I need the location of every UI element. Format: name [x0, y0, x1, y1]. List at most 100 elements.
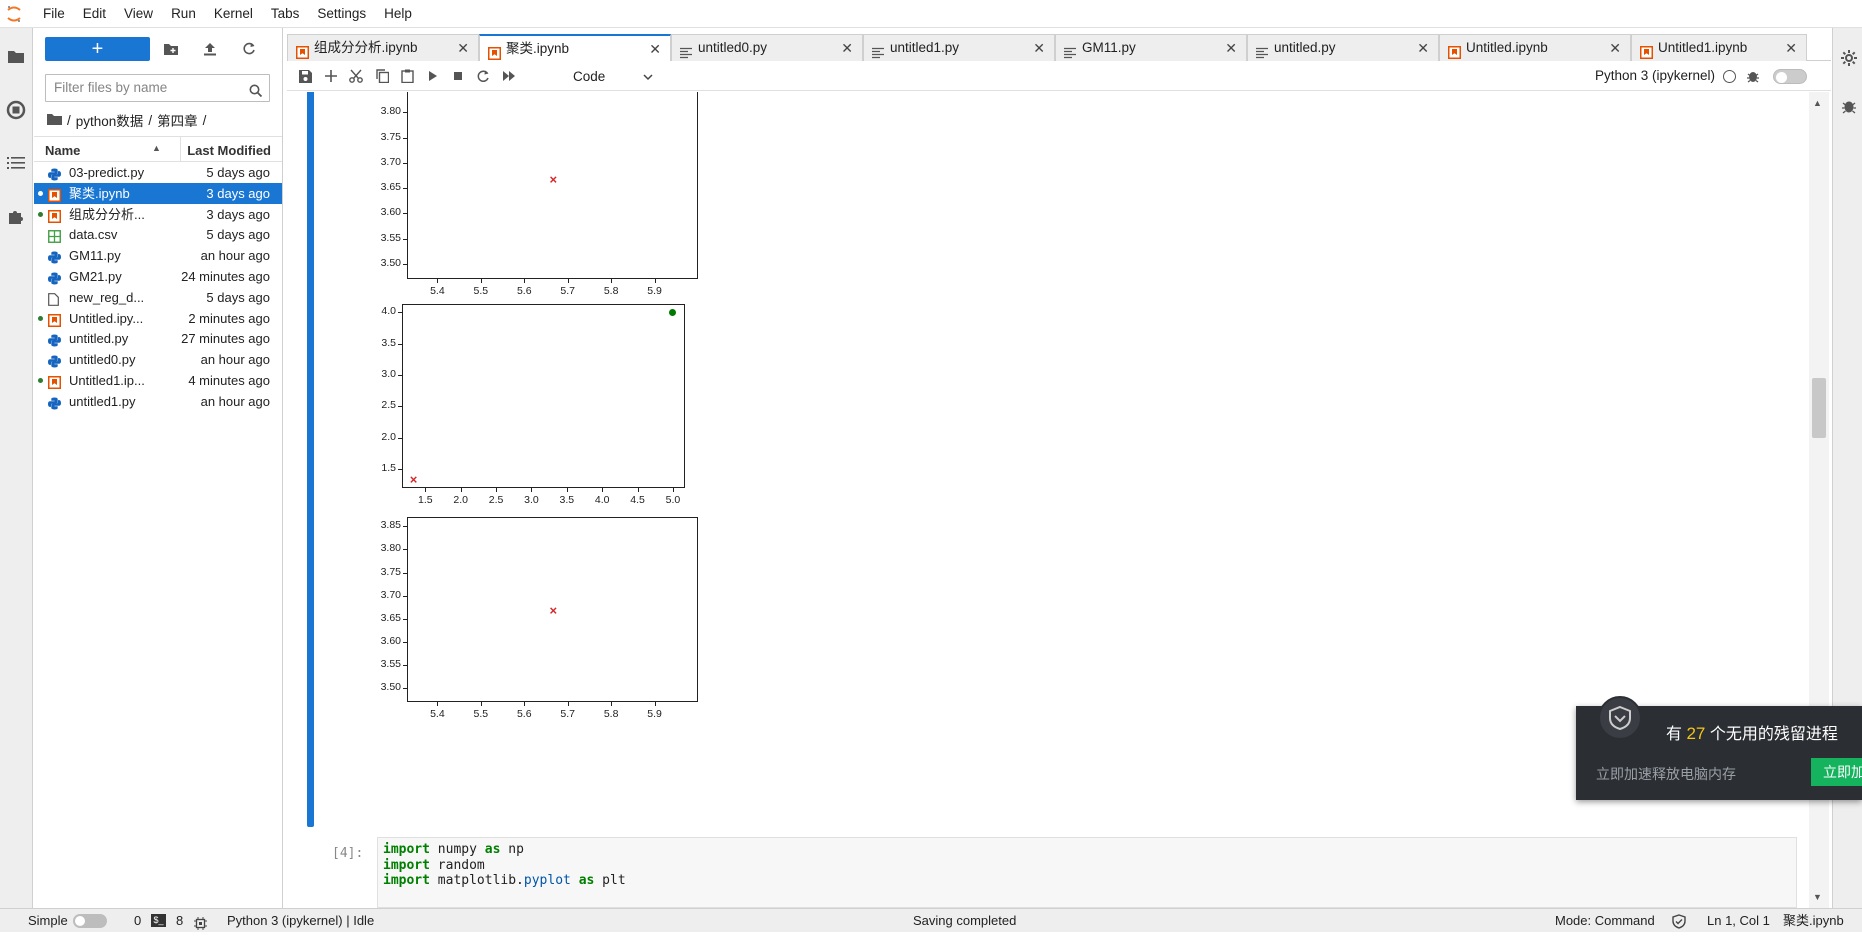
kernel-name-button[interactable]: Python 3 (ipykernel)	[1595, 68, 1715, 83]
column-name[interactable]: Name	[45, 143, 80, 158]
menu-edit[interactable]: Edit	[74, 0, 115, 28]
speed-up-button[interactable]: 立即加	[1811, 758, 1862, 786]
tab-5[interactable]: untitled.py ✕	[1247, 34, 1439, 61]
terminal-count[interactable]: 0	[134, 909, 141, 932]
x-tick-label: 5.6	[516, 285, 532, 297]
scroll-thumb[interactable]	[1812, 378, 1826, 438]
menu-view[interactable]: View	[115, 0, 162, 28]
table-of-contents-icon[interactable]	[4, 151, 28, 175]
breadcrumb-sep: /	[202, 112, 207, 128]
file-row[interactable]: 组成分分析... 3 days ago	[34, 204, 282, 225]
tab-7[interactable]: Untitled1.ipynb ✕	[1631, 34, 1807, 61]
y-tick-mark	[398, 343, 402, 345]
notebook-icon	[48, 312, 61, 327]
notebook-icon	[488, 43, 501, 60]
shield-check-icon[interactable]	[1672, 913, 1686, 936]
close-icon[interactable]: ✕	[841, 35, 853, 61]
cell-type-select[interactable]: Code	[573, 67, 653, 87]
tab-2[interactable]: untitled0.py ✕	[671, 34, 863, 61]
new-launcher-button[interactable]: +	[45, 37, 150, 61]
copy-icon[interactable]	[374, 68, 390, 84]
kernel-status-text[interactable]: Python 3 (ipykernel) | Idle	[227, 909, 374, 932]
file-row[interactable]: new_reg_d... 5 days ago	[34, 287, 282, 308]
cut-icon[interactable]	[348, 68, 364, 84]
file-row[interactable]: untitled1.py an hour ago	[34, 391, 282, 412]
folder-icon[interactable]	[4, 44, 28, 68]
file-row[interactable]: untitled0.py an hour ago	[34, 349, 282, 370]
file-modified: an hour ago	[200, 393, 270, 409]
file-row[interactable]: GM21.py 24 minutes ago	[34, 266, 282, 287]
menu-tabs[interactable]: Tabs	[262, 0, 309, 28]
y-tick-label: 3.75	[380, 565, 401, 578]
close-icon[interactable]: ✕	[1033, 35, 1045, 61]
x-tick-label: 5.8	[603, 708, 619, 720]
breadcrumb-item[interactable]: 第四章	[157, 110, 198, 130]
data-point-x-marker: ×	[549, 603, 558, 619]
scroll-down-icon[interactable]: ▼	[1813, 892, 1822, 902]
file-row[interactable]: Untitled.ipy... 2 minutes ago	[34, 308, 282, 329]
file-row[interactable]: data.csv 5 days ago	[34, 224, 282, 245]
debugger-toggle[interactable]	[1773, 69, 1807, 84]
close-icon[interactable]: ✕	[1609, 35, 1621, 61]
file-row[interactable]: 03-predict.py 5 days ago	[34, 162, 282, 183]
close-icon[interactable]: ✕	[649, 36, 661, 62]
new-folder-icon[interactable]	[162, 40, 180, 58]
extensions-icon[interactable]	[4, 204, 28, 228]
tab-6[interactable]: Untitled.ipynb ✕	[1439, 34, 1631, 61]
x-tick-mark	[672, 488, 674, 492]
tab-3[interactable]: untitled1.py ✕	[863, 34, 1055, 61]
simple-mode-toggle[interactable]	[73, 914, 107, 928]
tab-4[interactable]: GM11.py ✕	[1055, 34, 1247, 61]
property-inspector-icon[interactable]	[1837, 46, 1861, 70]
code-editor[interactable]: import numpy as np import random import ma…	[377, 837, 1797, 908]
filter-files-input[interactable]: Filter files by name	[45, 74, 270, 102]
refresh-icon[interactable]	[240, 40, 258, 58]
menu-run[interactable]: Run	[162, 0, 205, 28]
file-row[interactable]: GM11.py an hour ago	[34, 245, 282, 266]
restart-kernel-icon[interactable]	[475, 68, 491, 84]
paste-icon[interactable]	[399, 68, 415, 84]
text-file-icon	[872, 42, 884, 59]
active-cell-indicator[interactable]	[307, 92, 314, 827]
save-icon[interactable]	[297, 68, 313, 84]
run-cell-icon[interactable]	[425, 68, 441, 84]
debugger-bug-icon[interactable]	[1837, 94, 1861, 118]
data-point-x-marker: ×	[409, 471, 418, 487]
file-row[interactable]: Untitled1.ip... 4 minutes ago	[34, 370, 282, 391]
upload-icon[interactable]	[201, 40, 219, 58]
column-divider[interactable]	[180, 137, 181, 162]
breadcrumb-item[interactable]: python数据	[76, 110, 144, 130]
close-icon[interactable]: ✕	[457, 35, 469, 61]
y-tick-label: 3.65	[380, 181, 401, 194]
file-icon	[48, 291, 61, 306]
code-text: numpy	[429, 842, 485, 857]
menu-settings[interactable]: Settings	[308, 0, 375, 28]
tab-label: 组成分分析.ipynb	[314, 40, 418, 55]
y-tick-mark	[403, 595, 407, 597]
tab-0[interactable]: 组成分分析.ipynb ✕	[287, 34, 479, 61]
add-cell-icon[interactable]	[323, 68, 339, 84]
file-modified: 2 minutes ago	[188, 310, 270, 326]
stop-kernel-icon[interactable]	[450, 68, 466, 84]
y-tick-mark	[398, 406, 402, 408]
close-icon[interactable]: ✕	[1225, 35, 1237, 61]
menu-help[interactable]: Help	[375, 0, 421, 28]
kernel-count[interactable]: 8	[176, 909, 183, 932]
bug-icon[interactable]	[1747, 69, 1759, 86]
column-last-modified[interactable]: Last Modified	[187, 143, 271, 158]
menu-kernel[interactable]: Kernel	[205, 0, 262, 28]
file-row[interactable]: 聚类.ipynb 3 days ago	[34, 182, 282, 204]
y-tick-mark	[403, 549, 407, 551]
file-row[interactable]: untitled.py 27 minutes ago	[34, 328, 282, 349]
close-icon[interactable]: ✕	[1785, 35, 1797, 61]
cursor-position[interactable]: Ln 1, Col 1	[1707, 909, 1770, 932]
tab-1[interactable]: 聚类.ipynb ✕	[479, 34, 671, 62]
scroll-up-icon[interactable]: ▲	[1813, 98, 1822, 108]
restart-run-all-icon[interactable]	[501, 68, 517, 84]
folder-icon[interactable]	[47, 113, 62, 128]
file-name: Untitled.ipy...	[69, 310, 144, 326]
close-icon[interactable]: ✕	[1417, 35, 1429, 61]
tab-label: untitled1.py	[890, 40, 960, 55]
menu-file[interactable]: File	[34, 0, 74, 28]
running-sessions-icon[interactable]	[4, 98, 28, 122]
